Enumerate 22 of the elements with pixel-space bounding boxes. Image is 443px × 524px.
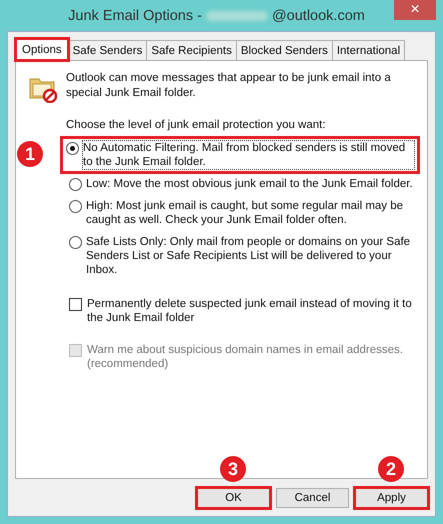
radio-button[interactable]: [66, 142, 79, 155]
checkbox[interactable]: [69, 298, 82, 311]
step-badge: 1: [17, 141, 43, 167]
dialog-button[interactable]: Cancel: [276, 488, 349, 508]
dialog-button[interactable]: OK: [197, 488, 270, 508]
tab[interactable]: International: [332, 40, 406, 60]
radio-button[interactable]: [69, 200, 82, 213]
radio-label[interactable]: No Automatic Filtering. Mail from blocked senders is still moved to the Junk Email folder.: [83, 141, 414, 169]
redacted-text: [206, 10, 268, 20]
window-title: Junk Email Options -: [68, 8, 202, 24]
radio-label[interactable]: Low: Move the most obvious junk email to the Junk Email folder.: [86, 177, 413, 191]
radio-button[interactable]: [69, 236, 82, 249]
prompt-text: Choose the level of junk email protection you want:: [66, 119, 327, 131]
radio-label[interactable]: High: Most junk email is caught, but some regular mail may be caught as well. Check your Junk Email folder often.: [86, 199, 414, 227]
close-button[interactable]: ×: [394, 0, 436, 20]
radio-label[interactable]: Safe Lists Only: Only mail from people or domains on your Safe Senders List or Safe Recipients List will be delivered to your Inbox.: [86, 235, 414, 277]
tab[interactable]: Options: [15, 38, 69, 61]
description-text: Outlook can move messages that appear to be junk email into a special Junk Email folder.: [66, 71, 392, 101]
radio-button[interactable]: [69, 178, 82, 191]
dialog-button[interactable]: Apply: [355, 488, 428, 508]
window-title: @outlook.com: [272, 8, 365, 24]
checkbox-label[interactable]: Permanently delete suspected junk email instead of moving it to the Junk Email folder: [87, 297, 417, 325]
